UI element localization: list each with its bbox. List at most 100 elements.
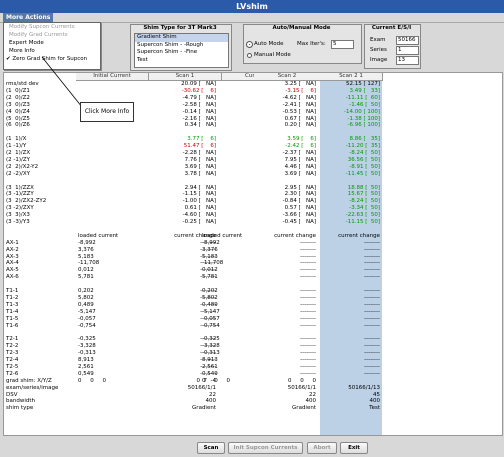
radio-off-icon (247, 52, 252, 58)
table-cell: -------- (300, 288, 316, 294)
table-cell: -0.45 [ NA] (282, 219, 316, 225)
callout-arrow-icon (41, 56, 83, 108)
table-cell: -0,754 (78, 322, 96, 329)
table-cell: (2 2)/X2-Y2 (6, 163, 39, 170)
table-cell: -11,708 (78, 260, 100, 267)
table-cell: 5,781 (202, 274, 218, 281)
table-row: AX-5 0,012 -------- 0,012 -------- -------- (4, 267, 502, 274)
table-cell: 8.86 [ 35] (349, 136, 380, 143)
scan-button[interactable]: Scan (197, 442, 225, 454)
table-cell: -3,328 (78, 343, 96, 350)
table-row: (2 2)/X2-Y2 3.69 [ NA] 4.46 [ NA] -8.91 [ 5… (4, 164, 502, 171)
table-row: (3 -3)/Y3 -0.25 [ NA] -0.45 [ NA] -11.15 [ … (4, 219, 502, 226)
table-cell: -------- (364, 253, 380, 260)
table-row: T2-6 0,549 -------- 0,549 -------- -------- (4, 371, 502, 378)
abort-button[interactable]: Abort (307, 442, 337, 454)
shim-type-option[interactable]: Supercon Shim - -Fine (135, 49, 228, 57)
manual-mode-radio[interactable]: Manual Mode (247, 52, 291, 58)
table-cell: 8,913 (202, 357, 218, 363)
table-cell: 5,183 (202, 253, 218, 260)
table-cell: 18.88 [ 50] (347, 184, 380, 191)
table-row (4, 226, 502, 233)
modify-supcon-currents-item[interactable]: Modify Supcon Currents (4, 23, 100, 31)
table-cell: 3.59 [ 6] (287, 136, 316, 143)
more-actions-menu[interactable]: More Actions (3, 13, 54, 22)
table-cell: DSV (6, 391, 18, 398)
table-cell: -4.79 [ NA] (182, 94, 216, 101)
table-cell: -------- (300, 267, 316, 274)
init-supcon-currents-button[interactable]: Init Supcon Currents (228, 442, 303, 454)
table-row: T1-1 0,202 -------- 0,202 -------- -------- (4, 288, 502, 295)
table-cell: -------- (300, 363, 316, 370)
table-cell: -1.46 [ 50] (349, 101, 380, 108)
table-cell: -------- (300, 322, 316, 329)
table-cell: -0.14 [ NA] (182, 108, 216, 115)
table-cell: 0,489 (78, 301, 94, 308)
table-cell: -------- (364, 336, 380, 343)
table-cell: 7.95 [ NA] (284, 156, 316, 163)
table-cell: -------- (364, 322, 380, 329)
table-cell: -1.15 [ NA] (182, 191, 216, 198)
table-row (4, 178, 502, 185)
table-cell: 0.34 [ NA] (184, 122, 216, 129)
table-cell: -11.45 [ 50] (345, 170, 380, 177)
table-cell: 3,376 (78, 246, 94, 253)
table-row (4, 281, 502, 288)
table-cell: AX-1 (6, 239, 19, 246)
table-cell: -14.00 [ 100] (343, 108, 380, 115)
table-cell: -------- (300, 260, 316, 267)
shim-type-list[interactable]: Gradient Shim Supercon Shim - -Rough Sup… (134, 33, 229, 68)
table-cell: T2-4 (6, 357, 19, 363)
table-cell: AX-3 (6, 253, 19, 260)
table-cell: -0,325 (78, 336, 96, 343)
table-cell: Test (369, 405, 380, 412)
table-cell: -5,147 (78, 308, 96, 315)
table-cell: (1 -1)/Y (6, 143, 27, 150)
table-cell: AX-5 (6, 267, 19, 274)
table-row: (1 -1)/Y 51.47 [ 6] -2.42 [ 6] -11.20 [ 35] (4, 143, 502, 150)
auto-mode-radio[interactable]: Auto Mode (246, 40, 284, 48)
shim-type-title: Shim Type for 3T Mark3 (143, 25, 217, 31)
table-row: AX-3 5,183 -------- 5,183 -------- -------- (4, 254, 502, 261)
shim-type-option[interactable]: Gradient Shim (135, 34, 228, 42)
table-row: DSV 22 22 45 (4, 392, 502, 399)
header-scan2-1: Scan 2 1 (320, 73, 383, 81)
series-field[interactable]: 1 (396, 46, 419, 55)
table-cell: 15.67 [ 50] (347, 191, 380, 198)
table-cell: (3 -1)/ZZY (6, 191, 34, 198)
table-row: bandwidth 400 400 400 (4, 398, 502, 405)
current-esi-title: Current E/S/I (371, 25, 412, 31)
table-cell: -2.42 [ 6] (285, 143, 316, 150)
table-row: exam/series/image 50166/1/1 50166/1/1 50166… (4, 385, 502, 392)
table-cell: exam/series/image (6, 384, 59, 391)
table-cell: -0.84 [ NA] (282, 198, 316, 205)
table-cell: -------- (300, 239, 316, 246)
table-cell: 0.57 [ NA] (284, 205, 316, 212)
table-cell: 5,802 (202, 294, 218, 301)
table-cell: 400 (369, 398, 381, 405)
more-info-item[interactable]: More Info (4, 47, 100, 55)
exam-field[interactable]: 50166 (396, 36, 419, 45)
table-cell: -------- (300, 315, 316, 322)
exit-button[interactable]: Exit (340, 442, 368, 454)
table-cell: -30.62 [ 6] (181, 87, 216, 94)
shim-type-option[interactable]: Supercon Shim - -Rough (135, 42, 228, 50)
table-cell: -3,328 (202, 343, 220, 350)
table-cell: 0.20 [ NA] (284, 122, 316, 129)
shim-type-option[interactable]: Test (135, 57, 228, 65)
modify-grad-currents-item[interactable]: Modify Grad Currents (4, 31, 100, 39)
table-cell: -1.00 [ NA] (182, 198, 216, 205)
table-cell: 3.49 [ 33] (349, 87, 380, 94)
table-cell: (3 3)/X3 (6, 212, 30, 219)
expert-mode-item[interactable]: Expert Mode (4, 39, 100, 47)
table-cell: -------- (364, 294, 380, 301)
table-row: T1-6 -0,754 -------- -0,754 -------- -------- (4, 323, 502, 330)
max-iter-input[interactable]: 5 (331, 40, 354, 49)
image-field[interactable]: 13 (396, 56, 419, 65)
table-cell: -0.25 [ NA] (182, 219, 216, 225)
table-row: (3 -1)/ZZY -1.15 [ NA] 2.30 [ NA] 15.67 [ 5… (4, 191, 502, 198)
table-cell: AX-2 (6, 246, 19, 253)
table-cell: -8.24 [ 50] (349, 150, 380, 156)
table-cell: -------- (364, 363, 380, 370)
table-cell: -0,313 (78, 350, 96, 357)
